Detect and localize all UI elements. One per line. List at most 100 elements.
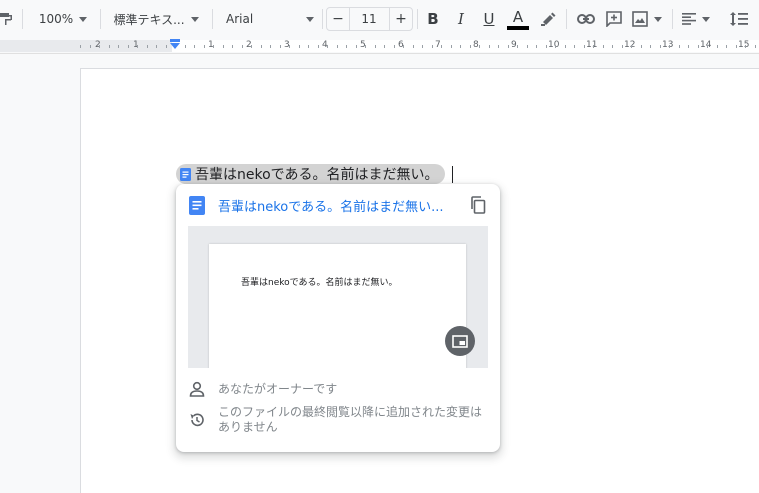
ruler-tick-mark [593,45,594,48]
ruler-tick-mark [213,45,214,48]
highlight-button[interactable] [536,0,560,38]
ruler-tick-mark [260,45,262,48]
line-spacing-icon [730,12,748,26]
ruler-tick-mark [735,45,737,48]
increase-font-size-button[interactable]: + [389,7,413,31]
bold-icon: B [427,10,439,28]
zoom-select[interactable]: 100% [32,0,94,38]
ruler-tick-mark [460,45,461,48]
separator [212,9,213,29]
ruler-tick-mark [669,45,670,48]
owner-text: あなたがオーナーです [218,382,338,396]
ruler-tick-mark [137,45,138,48]
chevron-down-icon [306,16,314,22]
font-value: Arial [226,12,254,26]
line-spacing-button[interactable] [726,0,752,38]
minus-icon: − [332,11,344,27]
copy-icon [471,196,486,214]
preview-text: 吾輩はnekoである。名前はまだ無い。 [241,278,398,288]
underline-icon: U [483,10,495,28]
indent-marker-icon[interactable] [169,39,181,51]
ruler-tick-mark [621,45,623,48]
ruler-tick-mark [289,45,290,48]
ruler-tick-mark [450,45,452,48]
ruler-tick-mark [545,45,547,48]
ruler-tick-mark [279,45,281,48]
ruler-tick-label: 9 [511,40,517,50]
ruler-tick-mark [108,45,110,48]
separator [322,9,323,29]
ruler-tick-mark [346,45,347,48]
ruler-tick-mark [526,45,528,48]
toolbar: 100% 標準テキス... Arial − 11 + B I U A [0,0,759,38]
bold-button[interactable]: B [422,0,444,38]
document-preview[interactable]: 吾輩はnekoである。名前はまだ無い。 [188,226,488,368]
insert-image-button[interactable] [630,0,664,38]
separator [100,9,101,29]
ruler-tick-mark [336,45,338,48]
ruler-tick-label: 8 [473,40,479,50]
ruler-tick-mark [374,45,376,48]
ruler-tick-mark [127,45,129,48]
copy-link-button[interactable] [470,196,490,216]
ruler-tick-mark [298,45,300,48]
decrease-font-size-button[interactable]: − [326,7,350,31]
style-value: 標準テキス... [113,12,185,27]
ruler-tick-mark [564,45,566,48]
open-preview-button[interactable] [445,326,475,356]
ruler-tick-mark [431,45,433,48]
changes-text: このファイルの最終閲覧以降に追加された変更はありません [218,405,483,434]
ruler-tick-label: 13 [662,40,674,50]
ruler-tick-mark [156,45,157,48]
style-select[interactable]: 標準テキス... [108,0,204,38]
ruler-tick-mark [754,45,756,48]
ruler-tick-mark [184,45,186,48]
underline-button[interactable]: U [478,0,500,38]
ruler-tick-mark [251,45,252,48]
italic-button[interactable]: I [450,0,472,38]
chevron-down-icon [79,16,88,22]
text-color-icon: A [512,7,524,26]
ruler-tick-mark [317,45,319,48]
highlighter-icon [541,12,556,26]
ruler-tick-mark [469,45,471,48]
italic-icon: I [458,10,464,28]
ruler-tick-mark [308,45,309,48]
font-size-input[interactable]: 11 [349,7,389,31]
text-cursor [452,166,453,183]
ruler-tick-mark [403,45,404,48]
google-docs-icon [189,196,205,215]
chevron-down-icon [654,16,662,22]
add-comment-icon [606,11,622,27]
align-select[interactable] [680,0,712,38]
ruler-tick-mark [118,45,119,48]
font-select[interactable]: Arial [222,0,318,38]
ruler-tick-mark [498,45,499,48]
ruler-tick-mark [241,45,243,48]
ruler[interactable]: 2 1 1 2 3 4 5 6 7 8 9 10 11 12 13 14 15 [0,38,759,54]
card-title-link[interactable]: 吾輩はnekoである。名前はまだ無い... [218,196,444,215]
ruler-tick-mark [612,45,613,48]
image-icon [632,11,648,27]
ruler-tick-mark [583,45,585,48]
ruler-tick-mark [650,45,651,48]
ruler-tick-label: 12 [624,40,636,50]
ruler-tick-mark [631,45,632,48]
ruler-tick-mark [688,45,689,48]
document-link-chip[interactable]: 吾輩はnekoである。名前はまだ無い。 [176,164,445,184]
separator [566,9,567,29]
add-comment-button[interactable] [602,0,626,38]
ruler-tick-label: 7 [435,40,441,50]
google-docs-icon [180,167,191,181]
text-color-button[interactable]: A [506,0,530,38]
ruler-tick-mark [422,45,423,48]
ruler-tick-mark [517,45,518,48]
owner-row: あなたがオーナーです [188,381,488,398]
ruler-tick-mark [726,45,727,48]
chevron-down-icon [190,16,199,22]
insert-link-button[interactable] [574,0,598,38]
plus-icon: + [395,11,407,27]
chip-label: 吾輩はnekoである。名前はまだ無い。 [195,167,439,183]
paint-format-button[interactable] [0,0,14,38]
ruler-tick-label: 11 [586,40,598,50]
